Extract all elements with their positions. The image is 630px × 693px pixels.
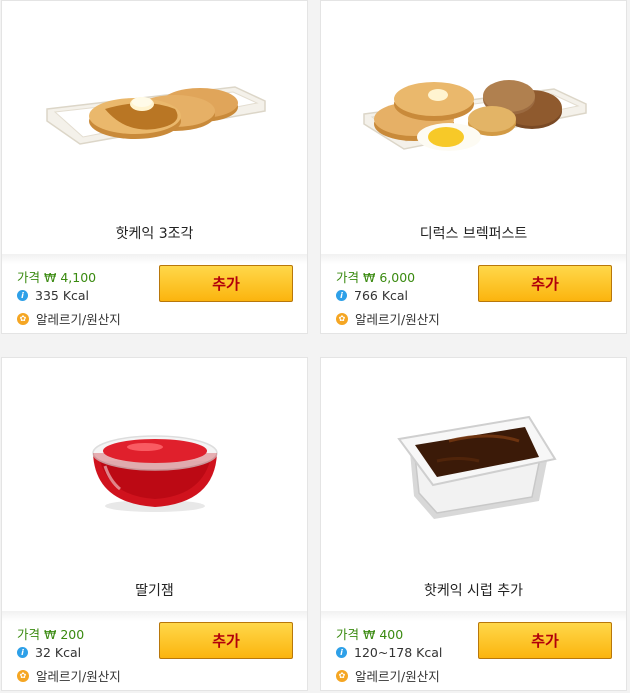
product-image-deluxe-breakfast[interactable]	[321, 1, 626, 216]
allergy-icon: ✿	[336, 312, 348, 325]
allergy-label: 알레르기/원산지	[36, 312, 121, 327]
product-info: 가격 ₩ 200 i 32 Kcal ✿ 알레르기/원산지 추가	[2, 611, 307, 690]
allergy-label: 알레르기/원산지	[355, 669, 440, 684]
product-name[interactable]: 디럭스 브렉퍼스트	[321, 223, 626, 243]
allergy-link[interactable]: ✿ 알레르기/원산지	[17, 309, 121, 328]
add-button[interactable]: 추가	[478, 265, 612, 302]
product-card: 핫케익 3조각 가격 ₩ 4,100 i 335 Kcal ✿ 알레르기/원산지…	[1, 0, 308, 334]
add-button[interactable]: 추가	[159, 265, 293, 302]
product-price: 가격 ₩ 6,000	[336, 267, 415, 286]
kcal-value: 32 Kcal	[35, 645, 82, 660]
product-image-hotcake-3pc[interactable]	[2, 1, 307, 216]
product-card: 딸기잼 가격 ₩ 200 i 32 Kcal ✿ 알레르기/원산지 추가	[1, 357, 308, 691]
allergy-icon: ✿	[336, 669, 348, 682]
price-value: ₩ 4,100	[44, 270, 97, 285]
allergy-link[interactable]: ✿ 알레르기/원산지	[336, 666, 440, 685]
kcal-value: 120~178 Kcal	[354, 645, 443, 660]
allergy-link[interactable]: ✿ 알레르기/원산지	[336, 309, 440, 328]
product-card: 핫케익 시럽 추가 가격 ₩ 400 i 120~178 Kcal ✿ 알레르기…	[320, 357, 627, 691]
product-image-strawberry-jam[interactable]	[2, 358, 307, 573]
product-info: 가격 ₩ 400 i 120~178 Kcal ✿ 알레르기/원산지 추가	[321, 611, 626, 690]
price-label: 가격	[17, 627, 41, 642]
product-name[interactable]: 딸기잼	[2, 580, 307, 600]
allergy-icon: ✿	[17, 669, 29, 682]
price-label: 가격	[17, 270, 41, 285]
kcal-value: 335 Kcal	[35, 288, 90, 303]
product-info: 가격 ₩ 4,100 i 335 Kcal ✿ 알레르기/원산지 추가	[2, 254, 307, 333]
price-label: 가격	[336, 270, 360, 285]
info-icon: i	[17, 290, 28, 301]
product-price: 가격 ₩ 400	[336, 624, 403, 643]
product-price: 가격 ₩ 4,100	[17, 267, 96, 286]
allergy-link[interactable]: ✿ 알레르기/원산지	[17, 666, 121, 685]
info-icon: i	[336, 647, 347, 658]
add-button[interactable]: 추가	[159, 622, 293, 659]
add-button[interactable]: 추가	[478, 622, 612, 659]
price-value: ₩ 6,000	[363, 270, 416, 285]
product-info: 가격 ₩ 6,000 i 766 Kcal ✿ 알레르기/원산지 추가	[321, 254, 626, 333]
price-value: ₩ 200	[44, 627, 85, 642]
product-kcal[interactable]: i 120~178 Kcal	[336, 645, 442, 660]
allergy-label: 알레르기/원산지	[355, 312, 440, 327]
product-name[interactable]: 핫케익 3조각	[2, 223, 307, 243]
kcal-value: 766 Kcal	[354, 288, 409, 303]
product-kcal[interactable]: i 32 Kcal	[17, 645, 81, 660]
allergy-icon: ✿	[17, 312, 29, 325]
product-image-hotcake-syrup[interactable]	[321, 358, 626, 573]
allergy-label: 알레르기/원산지	[36, 669, 121, 684]
product-kcal[interactable]: i 766 Kcal	[336, 288, 408, 303]
info-icon: i	[336, 290, 347, 301]
info-icon: i	[17, 647, 28, 658]
product-card: 디럭스 브렉퍼스트 가격 ₩ 6,000 i 766 Kcal ✿ 알레르기/원…	[320, 0, 627, 334]
price-value: ₩ 400	[363, 627, 404, 642]
product-price: 가격 ₩ 200	[17, 624, 84, 643]
product-kcal[interactable]: i 335 Kcal	[17, 288, 89, 303]
price-label: 가격	[336, 627, 360, 642]
product-name[interactable]: 핫케익 시럽 추가	[321, 580, 626, 600]
